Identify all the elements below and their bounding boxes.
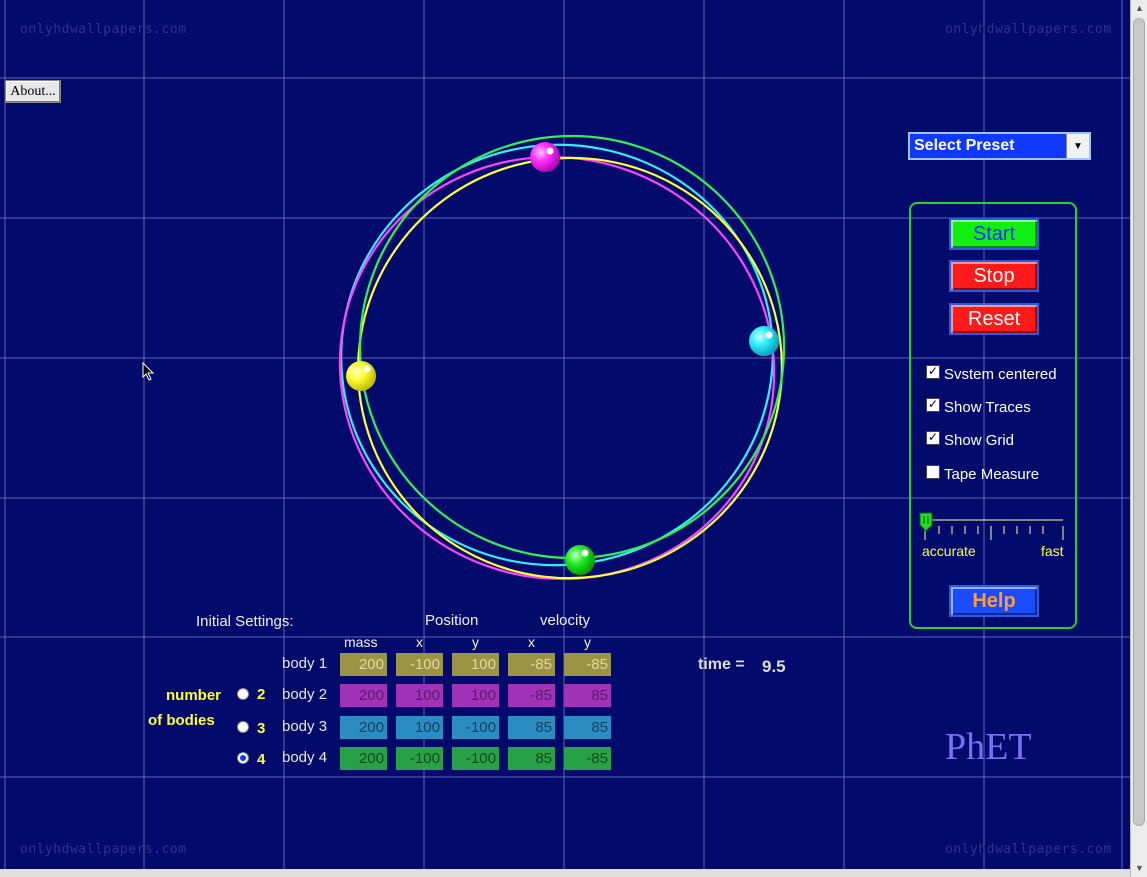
initial-settings-title: Initial Settings: bbox=[196, 613, 294, 630]
body-2-mass-field[interactable]: 200 bbox=[340, 684, 387, 707]
control-panel: Start Stop Reset ✓ Svstem centered ✓ Show … bbox=[909, 202, 1077, 629]
checkbox-label: Tape Measure bbox=[944, 466, 1040, 483]
body-4-x-field[interactable]: -100 bbox=[396, 747, 443, 770]
body-3-x-field[interactable]: 100 bbox=[396, 716, 443, 739]
checkbox-label: Show Grid bbox=[944, 432, 1015, 449]
trace-body-1 bbox=[357, 156, 783, 580]
body-2-ball bbox=[530, 142, 560, 172]
body-4-y-field[interactable]: -100 bbox=[452, 747, 499, 770]
body-3-vx-field[interactable]: 85 bbox=[508, 716, 555, 739]
velocity-header: velocity bbox=[540, 612, 591, 629]
speed-slider[interactable]: accurate fast bbox=[919, 512, 1069, 564]
checkmark-icon[interactable]: ✓ bbox=[926, 397, 940, 412]
checkbox-label: Svstem centered bbox=[944, 366, 1057, 383]
bodies-radio-3-label: 3 bbox=[257, 720, 266, 737]
position-header: Position bbox=[425, 612, 479, 629]
column-header-vy: y bbox=[584, 634, 591, 650]
bodies-radio-3[interactable] bbox=[237, 721, 249, 733]
window-bottom-edge bbox=[0, 869, 1130, 877]
body-4-mass-field[interactable]: 200 bbox=[340, 747, 387, 770]
checkmark-icon[interactable]: ✓ bbox=[926, 364, 940, 379]
number-of-bodies-label-line2: of bodies bbox=[148, 712, 215, 729]
checkmark-icon[interactable]: ✓ bbox=[926, 430, 940, 445]
number-of-bodies-label-line1: number bbox=[166, 687, 222, 704]
body-1-x-field[interactable]: -100 bbox=[396, 653, 443, 676]
show-grid-checkbox[interactable]: ✓ Show Grid bbox=[926, 430, 1015, 449]
body-4-vx-field[interactable]: 85 bbox=[508, 747, 555, 770]
bodies-radio-4-label: 4 bbox=[257, 751, 266, 768]
system-centered-checkbox[interactable]: ✓ Svstem centered bbox=[926, 364, 1057, 383]
column-header-y: y bbox=[472, 634, 479, 650]
body-3-y-field[interactable]: -100 bbox=[452, 716, 499, 739]
time-label: time = bbox=[698, 656, 745, 673]
body-1-vy-field[interactable]: -85 bbox=[564, 653, 611, 676]
body-1-vx-field[interactable]: -85 bbox=[508, 653, 555, 676]
body-3-ball bbox=[749, 326, 779, 356]
column-header-mass: mass bbox=[344, 634, 378, 650]
body-3-mass-field[interactable]: 200 bbox=[340, 716, 387, 739]
speed-accurate-label: accurate bbox=[922, 543, 976, 559]
slider-thumb bbox=[919, 512, 933, 532]
body-2-vx-field[interactable]: -85 bbox=[508, 684, 555, 707]
reset-button[interactable]: Reset bbox=[951, 305, 1037, 333]
mouse-cursor-icon bbox=[142, 362, 155, 381]
body-2-label: body 2 bbox=[282, 686, 328, 703]
vertical-scrollbar[interactable]: ▲ ▼ bbox=[1130, 0, 1147, 877]
body-2-y-field[interactable]: 100 bbox=[452, 684, 499, 707]
preset-dropdown[interactable]: Select Preset ▼ bbox=[908, 132, 1091, 160]
help-button[interactable]: Help bbox=[951, 587, 1037, 615]
body-4-vy-field[interactable]: -85 bbox=[564, 747, 611, 770]
body-1-label: body 1 bbox=[282, 655, 328, 672]
checkbox-label: Show Traces bbox=[944, 399, 1031, 416]
body-4-ball bbox=[565, 545, 595, 575]
body-4-label: body 4 bbox=[282, 749, 328, 766]
body-2-vy-field[interactable]: 85 bbox=[564, 684, 611, 707]
column-header-vx: x bbox=[528, 634, 535, 650]
start-button[interactable]: Start bbox=[951, 220, 1037, 248]
bodies-radio-2[interactable] bbox=[237, 688, 249, 700]
body-2-x-field[interactable]: 100 bbox=[396, 684, 443, 707]
body-1-mass-field[interactable]: 200 bbox=[340, 653, 387, 676]
bodies-radio-2-label: 2 bbox=[257, 686, 266, 703]
time-value: 9.5 bbox=[762, 657, 786, 676]
column-header-x: x bbox=[416, 634, 423, 650]
show-traces-checkbox[interactable]: ✓ Show Traces bbox=[926, 397, 1031, 416]
scroll-up-icon[interactable]: ▲ bbox=[1131, 0, 1147, 16]
body-3-label: body 3 bbox=[282, 718, 328, 735]
scroll-thumb[interactable] bbox=[1133, 18, 1145, 826]
phet-logo: PhET bbox=[945, 726, 1032, 768]
trace-body-3 bbox=[340, 143, 774, 567]
body-1-y-field[interactable]: 100 bbox=[452, 653, 499, 676]
bodies-radio-4[interactable] bbox=[237, 752, 249, 764]
simulation-canvas[interactable]: onlyhdwallpapers.com onlyhdwallpapers.co… bbox=[0, 0, 1130, 877]
scroll-down-icon[interactable]: ▼ bbox=[1131, 860, 1147, 876]
tape-measure-checkbox[interactable]: Tape Measure bbox=[926, 464, 1040, 483]
body-3-vy-field[interactable]: 85 bbox=[564, 716, 611, 739]
stop-button[interactable]: Stop bbox=[951, 262, 1037, 290]
speed-fast-label: fast bbox=[1041, 543, 1064, 559]
chevron-down-icon[interactable]: ▼ bbox=[1066, 134, 1089, 158]
body-1-ball bbox=[346, 361, 376, 391]
preset-label: Select Preset bbox=[914, 137, 1015, 154]
